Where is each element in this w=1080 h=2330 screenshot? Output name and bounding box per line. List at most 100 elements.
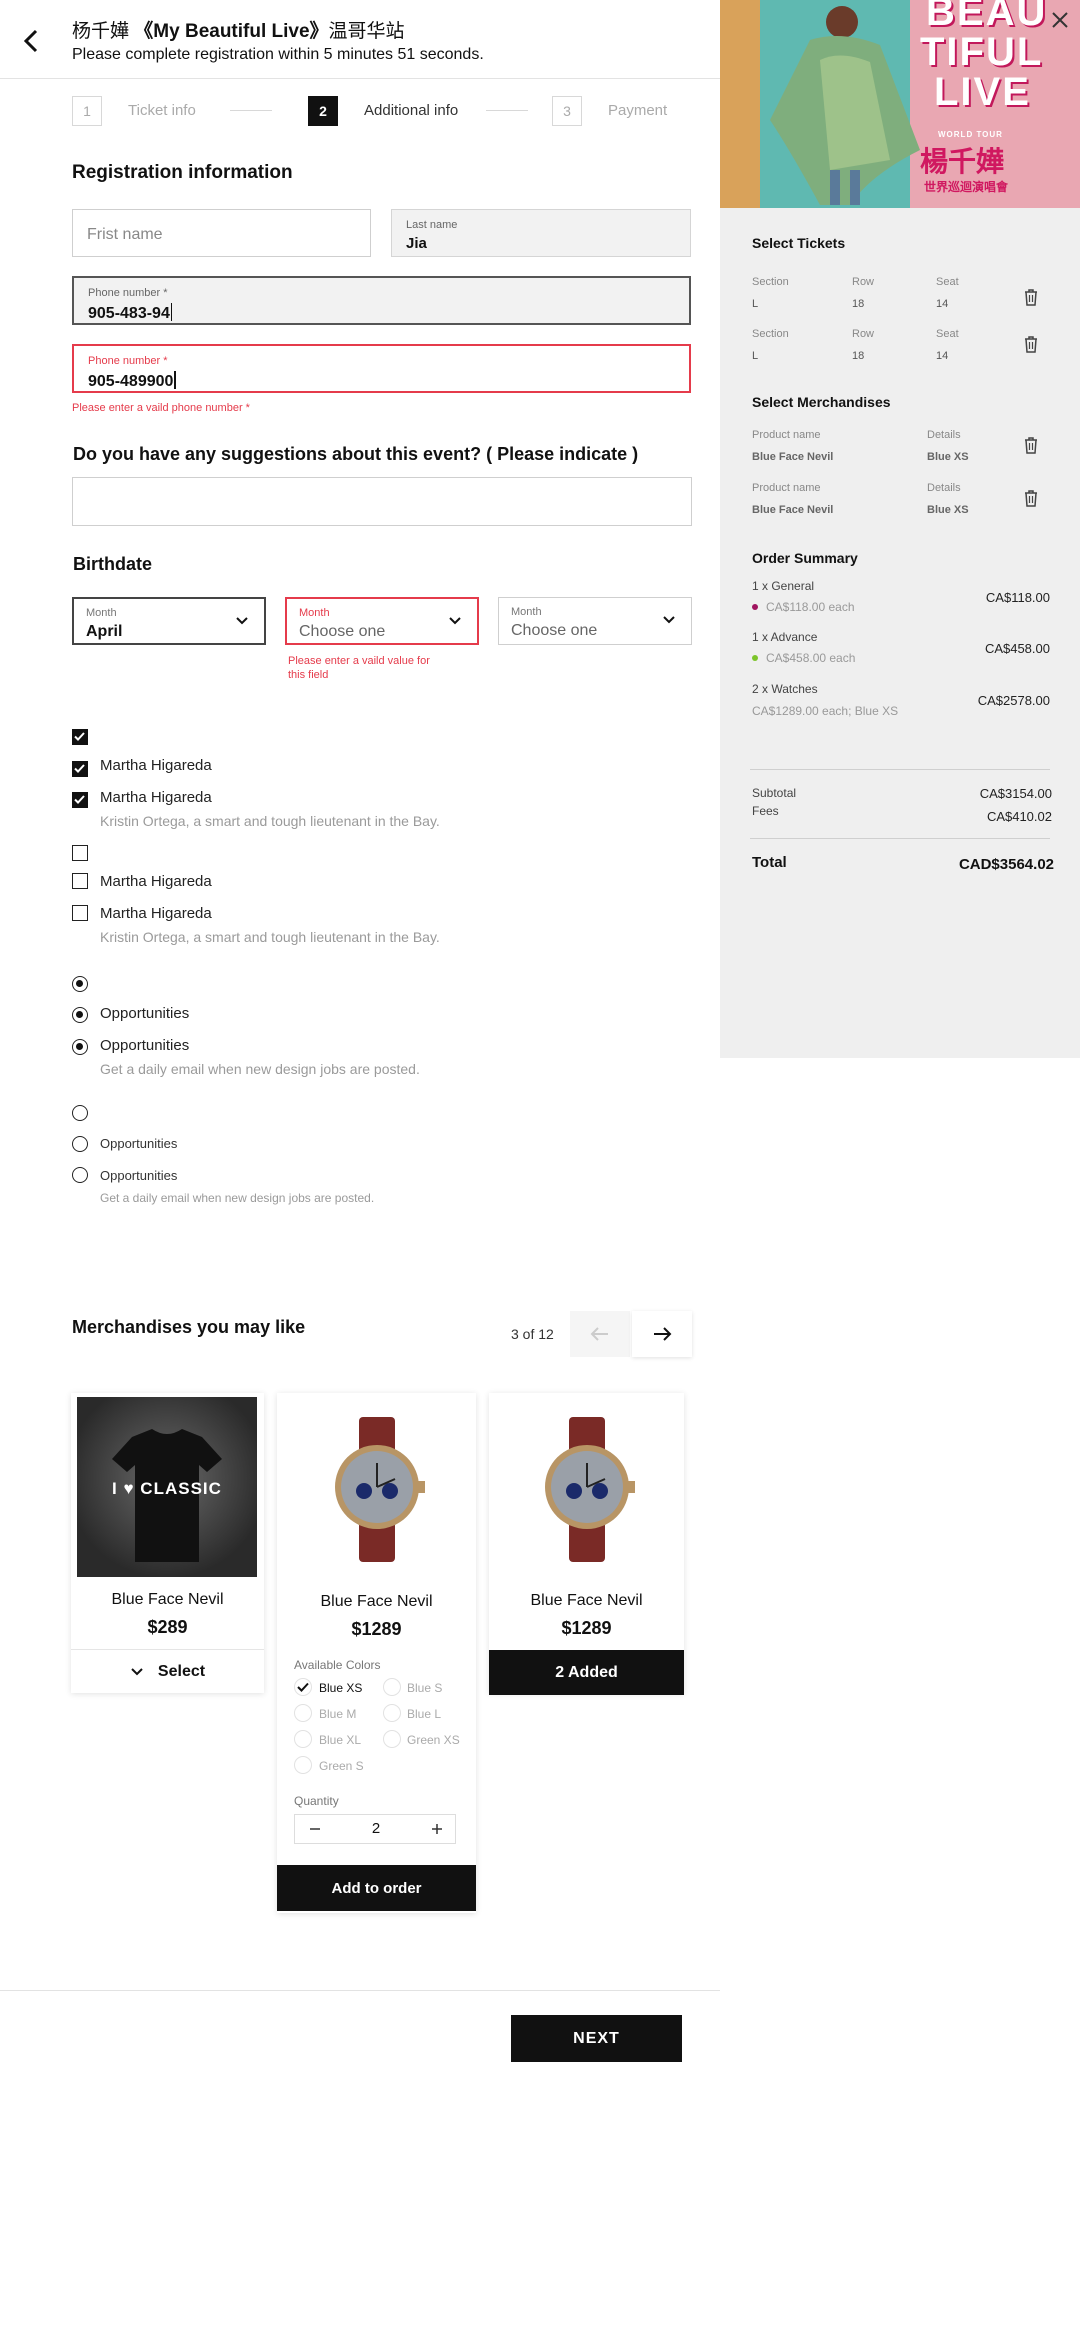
- add-to-order-button[interactable]: Add to order: [277, 1865, 476, 1911]
- merch-card[interactable]: I ♥ CLASSIC Blue Face Nevil $289 Select: [71, 1393, 264, 1693]
- color-option-selected[interactable]: [294, 1678, 312, 1696]
- color-option[interactable]: [383, 1730, 401, 1748]
- merch-title: Merchandises you may like: [72, 1317, 306, 1337]
- product-details: Blue XS: [927, 504, 969, 516]
- checkbox-unchecked[interactable]: [72, 905, 88, 921]
- seat-value: 14: [936, 350, 949, 362]
- check-icon: [297, 1682, 309, 1692]
- first-name-field[interactable]: Frist name: [72, 209, 371, 257]
- select-button[interactable]: Select: [71, 1657, 264, 1687]
- checkbox-description: Kristin Ortega, a smart and tough lieute…: [100, 929, 440, 945]
- last-name-field[interactable]: Last name Jia: [391, 209, 691, 257]
- order-summary-title: Order Summary: [752, 550, 858, 566]
- section-label: Section: [752, 328, 789, 340]
- color-option[interactable]: [294, 1730, 312, 1748]
- radio-description: Get a daily email when new design jobs a…: [100, 1191, 375, 1205]
- step-3-label[interactable]: Payment: [608, 102, 667, 119]
- subtotal-label: Subtotal: [752, 786, 797, 800]
- merch-card-expanded[interactable]: Blue Face Nevil $1289 Available Colors B…: [277, 1393, 476, 1913]
- color-option[interactable]: [383, 1704, 401, 1722]
- footer-divider: [0, 1990, 720, 1991]
- phone-label: Phone number *: [88, 287, 168, 299]
- row-label: Row: [852, 328, 875, 340]
- plus-icon[interactable]: [417, 1815, 457, 1843]
- poster-title: BEAU TIFUL LIVE: [920, 0, 1048, 114]
- back-arrow-icon[interactable]: [14, 24, 48, 58]
- subtotal-value: CA$3154.00: [979, 786, 1052, 801]
- trash-icon[interactable]: [1023, 489, 1039, 512]
- birthdate-title: Birthdate: [73, 554, 153, 574]
- radio-description: Get a daily email when new design jobs a…: [100, 1061, 420, 1077]
- product-price: $1289: [561, 1618, 612, 1638]
- prev-arrow-button[interactable]: [570, 1311, 630, 1357]
- checkbox-unchecked[interactable]: [72, 873, 88, 889]
- trash-icon[interactable]: [1023, 436, 1039, 459]
- step-2-label[interactable]: Additional info: [364, 102, 458, 119]
- trash-icon[interactable]: [1023, 335, 1039, 358]
- chevron-down-icon: [663, 616, 675, 624]
- month-select-1[interactable]: Month April: [72, 597, 266, 645]
- poster-tour: WORLD TOUR: [938, 130, 1003, 139]
- phone-number-field-error[interactable]: Phone number * 905-489900: [72, 344, 691, 393]
- color-option[interactable]: [294, 1704, 312, 1722]
- color-label: Blue XS: [319, 1681, 363, 1695]
- last-name-value: Jia: [406, 235, 427, 252]
- product-details: Blue XS: [927, 451, 969, 463]
- section-label: Section: [752, 276, 789, 288]
- color-option[interactable]: [294, 1756, 312, 1774]
- summary-divider: [750, 838, 1050, 839]
- tshirt-print-text: I ♥ CLASSIC: [112, 1479, 222, 1498]
- checkbox-checked[interactable]: [72, 792, 88, 808]
- suggestions-input[interactable]: [72, 477, 692, 526]
- step-separator: [230, 110, 272, 111]
- checkbox-unchecked[interactable]: [72, 845, 88, 861]
- added-button[interactable]: 2 Added: [489, 1650, 684, 1695]
- product-label: Product name: [752, 482, 821, 494]
- trash-icon[interactable]: [1023, 288, 1039, 311]
- phone-label: Phone number *: [88, 355, 168, 367]
- month-select-3[interactable]: Month Choose one: [498, 597, 692, 645]
- next-arrow-button[interactable]: [632, 1311, 692, 1357]
- product-image-watch: [497, 1397, 677, 1577]
- close-icon[interactable]: [1048, 8, 1072, 32]
- radio-selected[interactable]: [72, 1039, 88, 1055]
- section-value: L: [752, 298, 759, 310]
- color-label: Green S: [319, 1759, 364, 1773]
- radio-selected[interactable]: [72, 1007, 88, 1023]
- month-error-message: Please enter a vaild value for this fiel…: [288, 655, 430, 681]
- radio-unselected[interactable]: [72, 1105, 88, 1121]
- radio-selected[interactable]: [72, 976, 88, 992]
- checkbox-checked[interactable]: [72, 761, 88, 777]
- section-value: L: [752, 350, 759, 362]
- product-label: Product name: [752, 429, 821, 441]
- step-1-label[interactable]: Ticket info: [128, 102, 196, 119]
- merch-card[interactable]: Blue Face Nevil $1289 2 Added: [489, 1393, 684, 1695]
- summary-divider: [750, 769, 1050, 770]
- order-line-amount: CA$458.00: [984, 641, 1050, 656]
- color-option[interactable]: [383, 1678, 401, 1696]
- radio-unselected[interactable]: [72, 1167, 88, 1183]
- minus-icon[interactable]: [295, 1815, 335, 1843]
- phone-number-field[interactable]: Phone number * 905-483-94: [72, 276, 691, 325]
- next-button[interactable]: NEXT: [511, 2015, 682, 2062]
- checkbox-description: Kristin Ortega, a smart and tough lieute…: [100, 813, 440, 829]
- checkbox-label: Martha Higareda: [100, 789, 212, 806]
- quantity-stepper[interactable]: 2: [294, 1814, 456, 1844]
- radio-label: Opportunities: [100, 1168, 178, 1183]
- month-select-2[interactable]: Month Choose one: [285, 597, 479, 645]
- poster-artist: 楊千嬅: [920, 146, 1005, 177]
- header-divider: [0, 78, 720, 79]
- order-line-amount: CA$118.00: [985, 590, 1050, 605]
- radio-unselected[interactable]: [72, 1136, 88, 1152]
- event-poster: BEAU TIFUL LIVE WORLD TOUR 楊千嬅 世界巡迴演唱會: [720, 0, 1080, 208]
- last-name-label: Last name: [406, 219, 458, 231]
- seat-value: 14: [936, 298, 949, 310]
- checkbox-checked[interactable]: [72, 729, 88, 745]
- step-1-number: 1: [72, 96, 102, 126]
- product-image-tshirt: I ♥ CLASSIC: [77, 1397, 257, 1577]
- seat-label: Seat: [936, 328, 959, 340]
- phone-error-message: Please enter a vaild phone number *: [72, 402, 250, 414]
- radio-label: Opportunities: [100, 1136, 178, 1151]
- order-line-sub: CA$1289.00 each; Blue XS: [752, 704, 899, 718]
- countdown-text: Please complete registration within 5 mi…: [72, 46, 484, 63]
